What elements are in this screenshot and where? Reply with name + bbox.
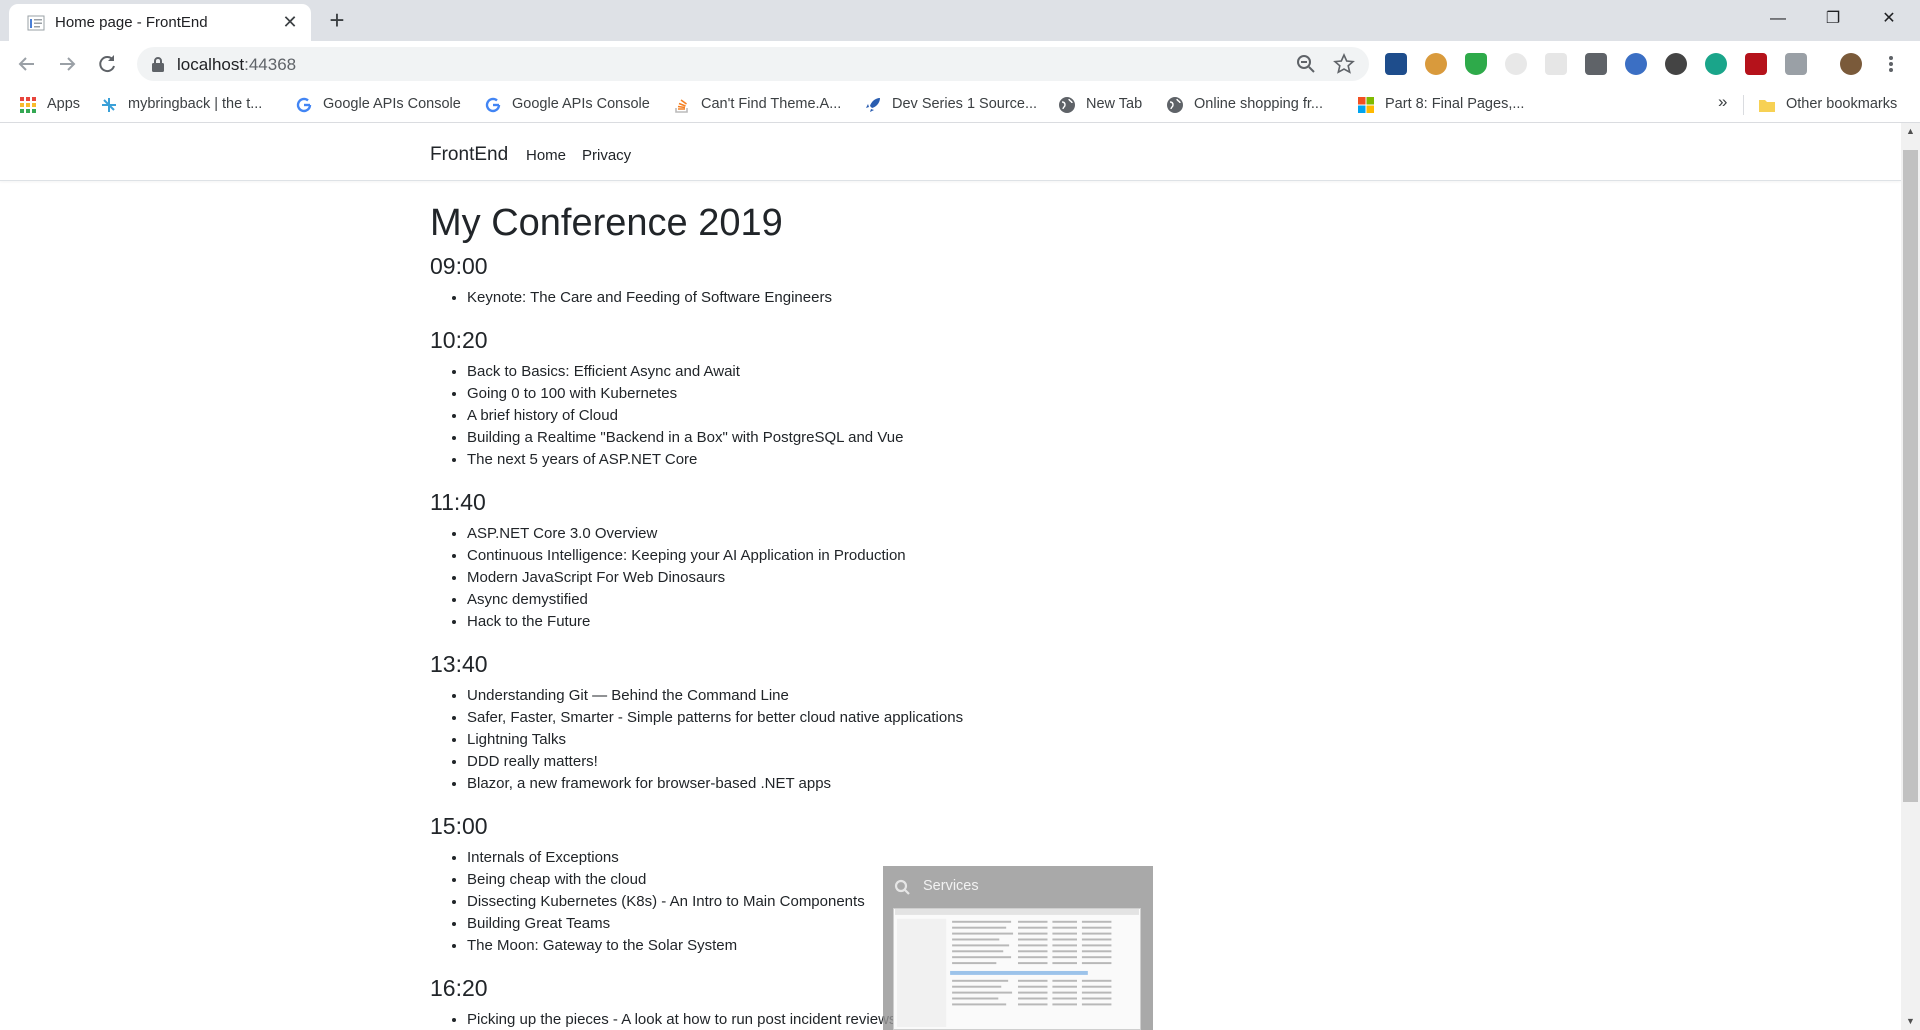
- time-slot: 11:40 ASP.NET Core 3.0 OverviewContinuous…: [430, 487, 1430, 633]
- bookmark-label: Apps: [47, 96, 81, 112]
- bookmark-label: Google APIs Console: [512, 96, 650, 112]
- page-favicon-icon: [27, 15, 45, 31]
- nav-home-link[interactable]: Home: [526, 147, 566, 164]
- tab-strip: Home page - FrontEnd ✕ + — ❐ ✕: [0, 0, 1920, 41]
- session-item: Hack to the Future: [467, 611, 1430, 633]
- services-gear-icon: [894, 879, 910, 895]
- time-slot: 10:20 Back to Basics: Efficient Async and…: [430, 325, 1430, 471]
- blank-extension-icon[interactable]: [1545, 53, 1567, 75]
- google-g-icon: [296, 97, 312, 113]
- profile-avatar[interactable]: [1840, 53, 1862, 75]
- preview-title: Services: [923, 878, 979, 894]
- session-list: Keynote: The Care and Feeding of Softwar…: [430, 287, 1430, 309]
- nav-privacy-link[interactable]: Privacy: [582, 147, 631, 164]
- news-extension-icon[interactable]: [1385, 53, 1407, 75]
- session-item: Blazor, a new framework for browser-base…: [467, 773, 1430, 795]
- session-item: Keynote: The Care and Feeding of Softwar…: [467, 287, 1430, 309]
- tab-close-icon[interactable]: ✕: [279, 11, 301, 33]
- timer-extension-icon[interactable]: [1505, 53, 1527, 75]
- session-list: Understanding Git — Behind the Command L…: [430, 685, 1430, 795]
- green-a-extension-icon[interactable]: [1705, 53, 1727, 75]
- forward-arrow-icon[interactable]: [52, 49, 82, 79]
- bookmarks-bar: Apps mybringback | the t... Google APIs …: [0, 87, 1920, 123]
- back-arrow-icon[interactable]: [12, 49, 42, 79]
- menu-dots-icon[interactable]: [1880, 53, 1902, 75]
- url-host: localhost: [177, 55, 245, 74]
- address-bar[interactable]: localhost:44368: [137, 47, 1369, 81]
- time-slot: 09:00 Keynote: The Care and Feeding of So…: [430, 251, 1430, 309]
- folder-icon: [1759, 100, 1775, 112]
- session-item: Back to Basics: Efficient Async and Awai…: [467, 361, 1430, 383]
- taskbar-window-preview[interactable]: Services: [883, 866, 1153, 1030]
- session-item: Modern JavaScript For Web Dinosaurs: [467, 567, 1430, 589]
- pdf-extension-icon[interactable]: [1745, 53, 1767, 75]
- font-extension-icon[interactable]: [1585, 53, 1607, 75]
- site-navbar: FrontEnd Home Privacy: [0, 123, 1901, 181]
- time-slot-heading: 15:00: [430, 813, 488, 839]
- bookmark-label: Other bookmarks: [1786, 96, 1898, 112]
- reload-icon[interactable]: [92, 49, 122, 79]
- session-item: The next 5 years of ASP.NET Core: [467, 449, 1430, 471]
- site-brand-link[interactable]: FrontEnd: [430, 144, 508, 166]
- time-slot: 13:40 Understanding Git — Behind the Comm…: [430, 649, 1430, 795]
- zoom-icon[interactable]: [1295, 53, 1317, 75]
- url-port: :44368: [244, 55, 297, 74]
- camera-extension-icon[interactable]: [1785, 53, 1807, 75]
- browser-tab[interactable]: Home page - FrontEnd ✕: [9, 4, 311, 41]
- scrollbar-thumb[interactable]: [1903, 150, 1918, 802]
- session-item: Lightning Talks: [467, 729, 1430, 751]
- scroll-up-arrow-icon[interactable]: ▲: [1901, 123, 1920, 140]
- bookmark-label: Can't Find Theme.A...: [701, 96, 842, 112]
- time-slot-heading: 09:00: [430, 253, 488, 279]
- dark-circle-extension-icon[interactable]: [1665, 53, 1687, 75]
- bookmark-label: Part 8: Final Pages,...: [1385, 96, 1525, 112]
- time-slot-heading: 13:40: [430, 651, 488, 677]
- minimize-button[interactable]: —: [1755, 6, 1801, 32]
- session-item: Async demystified: [467, 589, 1430, 611]
- session-item: Building a Realtime "Backend in a Box" w…: [467, 427, 1430, 449]
- time-slot-heading: 10:20: [430, 327, 488, 353]
- mybringback-icon: [102, 98, 116, 112]
- session-item: Continuous Intelligence: Keeping your AI…: [467, 545, 1430, 567]
- restore-button[interactable]: ❐: [1810, 6, 1856, 32]
- session-item: Understanding Git — Behind the Command L…: [467, 685, 1430, 707]
- apps-grid-icon: [20, 97, 36, 113]
- shield-extension-icon[interactable]: [1465, 53, 1487, 75]
- session-item: Safer, Faster, Smarter - Simple patterns…: [467, 707, 1430, 729]
- page-scrollbar[interactable]: ▲ ▼: [1901, 123, 1920, 1030]
- globe-icon: [1167, 97, 1183, 113]
- session-list: ASP.NET Core 3.0 OverviewContinuous Inte…: [430, 523, 1430, 633]
- stack-overflow-icon: [675, 99, 688, 113]
- preview-thumbnail[interactable]: [893, 908, 1141, 1030]
- rocket-icon: [866, 98, 880, 112]
- bookmark-label: Google APIs Console: [323, 96, 461, 112]
- scroll-down-arrow-icon[interactable]: ▼: [1901, 1013, 1920, 1030]
- window-close-button[interactable]: ✕: [1866, 6, 1912, 32]
- bookmarks-overflow-button[interactable]: »: [1718, 92, 1727, 112]
- page-title: My Conference 2019: [430, 202, 783, 244]
- tab-title: Home page - FrontEnd: [55, 14, 208, 31]
- blue-circle-extension-icon[interactable]: [1625, 53, 1647, 75]
- browser-toolbar: localhost:44368: [0, 41, 1920, 87]
- bookmark-label: mybringback | the t...: [128, 96, 263, 112]
- cookie-extension-icon[interactable]: [1425, 53, 1447, 75]
- bookmarks-divider: [1743, 95, 1744, 115]
- session-item: Going 0 to 100 with Kubernetes: [467, 383, 1430, 405]
- session-item: A brief history of Cloud: [467, 405, 1430, 427]
- address-url[interactable]: localhost:44368: [177, 55, 296, 75]
- microsoft-icon: [1358, 97, 1374, 113]
- globe-icon: [1059, 97, 1075, 113]
- time-slot-heading: 11:40: [430, 489, 486, 515]
- bookmark-label: Online shopping fr...: [1194, 96, 1323, 112]
- lock-icon[interactable]: [151, 56, 165, 72]
- bookmark-star-icon[interactable]: [1333, 53, 1355, 75]
- google-g-icon: [485, 97, 501, 113]
- session-item: DDD really matters!: [467, 751, 1430, 773]
- new-tab-button[interactable]: +: [324, 7, 350, 34]
- session-list: Back to Basics: Efficient Async and Awai…: [430, 361, 1430, 471]
- bookmark-label: Dev Series 1 Source...: [892, 96, 1038, 112]
- session-item: ASP.NET Core 3.0 Overview: [467, 523, 1430, 545]
- bookmark-label: New Tab: [1086, 96, 1143, 112]
